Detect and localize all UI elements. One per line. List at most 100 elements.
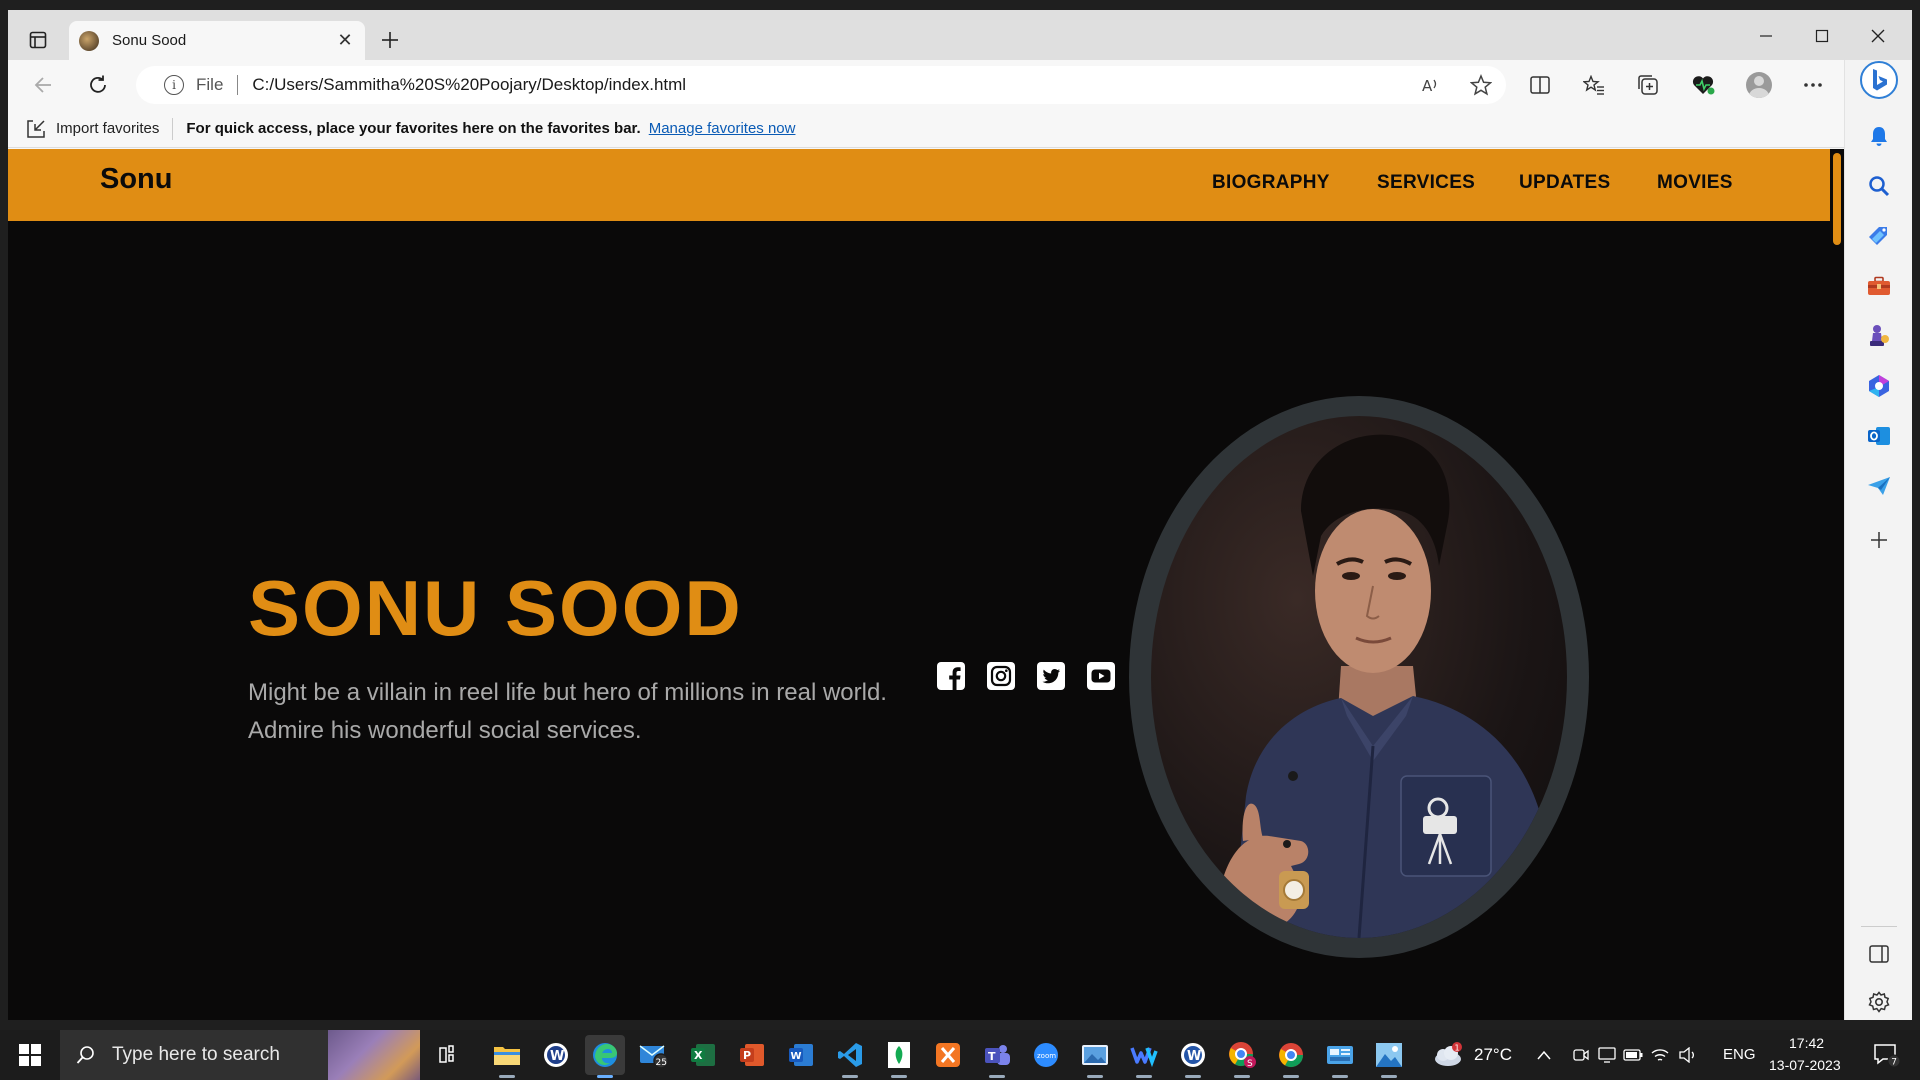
clock-time[interactable]: 17:42 — [1789, 1035, 1824, 1051]
games-icon[interactable] — [1859, 318, 1899, 354]
new-tab-button[interactable] — [370, 22, 410, 58]
nav-link-movies[interactable]: MOVIES — [1657, 172, 1733, 194]
sidebar-settings-icon[interactable] — [1859, 984, 1899, 1020]
mail-icon[interactable]: 25 — [634, 1035, 674, 1075]
tools-icon[interactable] — [1859, 268, 1899, 304]
instagram-icon[interactable] — [985, 660, 1017, 692]
refresh-button[interactable] — [80, 67, 116, 103]
send-icon[interactable] — [1859, 468, 1899, 504]
favorites-bar-message: For quick access, place your favorites h… — [186, 120, 641, 137]
page-viewport[interactable]: Sonu BIOGRAPHY SERVICES UPDATES MOVIES S… — [8, 149, 1844, 1020]
taskbar-search-box[interactable]: Type here to search — [60, 1030, 420, 1080]
collections-icon[interactable] — [1628, 67, 1668, 103]
hide-sidebar-icon[interactable] — [1859, 936, 1899, 972]
webex-icon[interactable] — [1124, 1035, 1164, 1078]
meet-now-icon[interactable] — [1570, 1035, 1592, 1075]
page-scrollbar[interactable] — [1830, 149, 1844, 1020]
svg-text:W: W — [791, 1051, 802, 1062]
scrollbar-thumb[interactable] — [1833, 153, 1841, 245]
mail-badge-count: 25 — [656, 1058, 667, 1068]
profile-photo-frame — [1129, 396, 1589, 958]
word-icon[interactable]: W — [781, 1035, 821, 1075]
powerpoint-icon[interactable]: P — [732, 1035, 772, 1075]
title-bar: Sonu Sood ✕ — [8, 10, 1912, 60]
nav-link-updates[interactable]: UPDATES — [1519, 172, 1610, 194]
search-sidebar-icon[interactable] — [1859, 168, 1899, 204]
file-explorer-icon[interactable] — [487, 1035, 527, 1078]
nav-link-biography[interactable]: BIOGRAPHY — [1212, 172, 1330, 194]
clock-date[interactable]: 13-07-2023 — [1769, 1057, 1841, 1073]
favorites-icon[interactable] — [1574, 67, 1614, 103]
more-options-icon[interactable] — [1793, 67, 1833, 103]
display-icon[interactable] — [1596, 1035, 1618, 1075]
hero-subtitle: Might be a villain in reel life but hero… — [248, 679, 887, 744]
svg-text:A: A — [1422, 77, 1433, 95]
xampp-icon[interactable] — [928, 1035, 968, 1075]
twitter-icon[interactable] — [1035, 660, 1067, 692]
temperature-readout[interactable]: 27°C — [1474, 1045, 1512, 1065]
svg-text:zoom: zoom — [1037, 1052, 1056, 1060]
sidebar-divider — [1861, 926, 1897, 927]
nav-link-services[interactable]: SERVICES — [1377, 172, 1475, 194]
youtube-icon[interactable] — [1085, 660, 1117, 692]
notifications-icon[interactable] — [1859, 118, 1899, 154]
site-info-icon[interactable]: i — [164, 75, 184, 95]
word-pad-icon[interactable]: W — [536, 1035, 576, 1075]
split-screen-icon[interactable] — [1520, 67, 1560, 103]
site-logo[interactable]: Sonu — [100, 163, 173, 196]
microsoft-365-icon[interactable] — [1859, 368, 1899, 404]
volume-icon[interactable] — [1676, 1035, 1700, 1075]
photos-icon[interactable] — [1075, 1035, 1115, 1078]
facebook-icon[interactable] — [935, 660, 967, 692]
tab-title: Sonu Sood — [112, 32, 187, 49]
tab-actions-icon[interactable] — [18, 22, 58, 58]
notification-center-icon[interactable]: 7 — [1866, 1035, 1906, 1075]
maximize-button[interactable] — [1794, 18, 1850, 54]
svg-text:W: W — [1187, 1049, 1201, 1064]
favorite-star-icon[interactable] — [1456, 66, 1506, 104]
edge-sidebar — [1844, 60, 1912, 1020]
active-tab[interactable]: Sonu Sood ✕ — [69, 21, 365, 60]
show-hidden-icons-icon[interactable] — [1532, 1035, 1556, 1075]
windows-start-icon[interactable] — [8, 1035, 52, 1075]
vscode-icon[interactable] — [830, 1035, 870, 1078]
manage-favorites-link[interactable]: Manage favorites now — [649, 120, 796, 137]
teams-icon[interactable]: T — [977, 1035, 1017, 1078]
input-language[interactable]: ENG — [1723, 1046, 1756, 1063]
chrome-icon[interactable] — [1271, 1035, 1311, 1078]
wordpad-icon[interactable]: W — [1173, 1035, 1213, 1078]
edge-browser-icon[interactable] — [585, 1035, 625, 1078]
outlook-icon[interactable] — [1859, 418, 1899, 454]
image-viewer-icon[interactable] — [1369, 1035, 1409, 1078]
import-favorites-button[interactable]: Import favorites — [26, 119, 159, 138]
add-sidebar-app-icon[interactable] — [1859, 522, 1899, 558]
close-tab-icon[interactable]: ✕ — [335, 30, 355, 51]
chrome-profile-icon[interactable]: S — [1222, 1035, 1262, 1078]
weather-icon[interactable]: 1 — [1428, 1035, 1468, 1075]
excel-icon[interactable]: X — [683, 1035, 723, 1075]
favorites-separator — [172, 117, 174, 140]
avatar — [1746, 72, 1772, 98]
wifi-icon[interactable] — [1648, 1035, 1672, 1075]
read-aloud-icon[interactable]: A — [1406, 66, 1456, 104]
site-navbar: Sonu BIOGRAPHY SERVICES UPDATES MOVIES — [8, 149, 1830, 221]
search-highlight-image — [328, 1030, 420, 1080]
zoom-icon[interactable]: zoom — [1026, 1035, 1066, 1075]
task-view-icon[interactable] — [430, 1035, 470, 1075]
control-panel-icon[interactable] — [1320, 1035, 1360, 1078]
browser-essentials-icon[interactable] — [1683, 67, 1723, 103]
search-placeholder: Type here to search — [112, 1044, 280, 1065]
close-window-button[interactable] — [1850, 18, 1906, 54]
profile-avatar[interactable] — [1739, 67, 1779, 103]
shopping-icon[interactable] — [1859, 218, 1899, 254]
svg-text:P: P — [743, 1049, 751, 1062]
address-bar[interactable]: i File C:/Users/Sammitha%20S%20Poojary/D… — [136, 66, 1506, 104]
notepad-app-icon[interactable] — [879, 1035, 919, 1078]
search-icon — [76, 1046, 94, 1064]
bing-copilot-icon[interactable] — [1859, 61, 1899, 99]
minimize-button[interactable] — [1738, 18, 1794, 54]
battery-icon[interactable] — [1622, 1035, 1644, 1075]
back-button[interactable] — [25, 67, 61, 103]
url-field[interactable]: C:/Users/Sammitha%20S%20Poojary/Desktop/… — [252, 75, 1406, 95]
address-separator — [237, 75, 239, 95]
